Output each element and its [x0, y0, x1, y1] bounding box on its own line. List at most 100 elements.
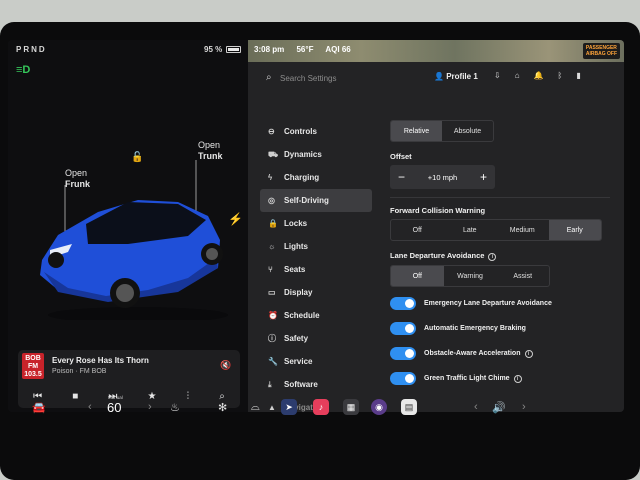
bluetooth-icon[interactable]: ᛒ: [558, 71, 563, 80]
nav-item-lights[interactable]: ☼ Lights: [260, 235, 372, 258]
green-light-chime-toggle[interactable]: [390, 372, 416, 385]
passenger-airbag-status: PASSENGER AIRBAG OFF: [582, 43, 620, 59]
fcw-label: Forward Collision Warning: [390, 206, 486, 215]
nav-item-schedule[interactable]: ⏰ Schedule: [260, 304, 372, 327]
touchscreen: PRND 95 % ≡D Open Frunk Open Trunk 🔓 ⚡ B…: [8, 40, 624, 412]
nav-item-charging[interactable]: ϟ Charging: [260, 166, 372, 189]
nav-label: Charging: [284, 173, 320, 182]
volume-up-chevron-icon[interactable]: ›: [522, 398, 526, 416]
charge-port-icon[interactable]: ⚡: [228, 212, 243, 226]
app-launcher-icon[interactable]: ▦: [343, 398, 359, 416]
mode-relative-option[interactable]: Relative: [391, 121, 442, 141]
aeb-toggle[interactable]: [390, 322, 416, 335]
station-logo: BOB FM 103.5: [22, 353, 44, 379]
toggle-label: Automatic Emergency Braking: [424, 325, 526, 332]
battery-percent: 95 %: [204, 45, 223, 54]
home-icon[interactable]: ⌂: [515, 71, 520, 80]
bottom-dock: 🚘 ‹ Manual 60 › ♨ ✻ ⌓ ➤ ♪ ▦ ◉ ▤ ‹ 🔊 ›: [8, 394, 624, 422]
nav-item-safety[interactable]: ⓘ Safety: [260, 327, 372, 350]
rear-defrost-icon[interactable]: ♨: [170, 398, 180, 416]
nav-label: Schedule: [284, 311, 320, 320]
camera-app-icon[interactable]: ◉: [371, 398, 387, 416]
fcw-selector: Off Late Medium Early: [390, 219, 602, 241]
offset-label: Offset: [390, 152, 412, 161]
settings-panel: 3:08 pm 56°F AQI 66 PASSENGER AIRBAG OFF…: [248, 40, 624, 412]
offset-stepper: − +10 mph +: [390, 165, 495, 189]
fcw-late-option[interactable]: Late: [444, 220, 497, 240]
steering-wheel-icon: ◎: [268, 196, 275, 205]
battery-icon: [226, 46, 241, 53]
toggle-row-emergency-lda: Emergency Lane Departure Avoidance: [390, 291, 610, 316]
fcw-off-option[interactable]: Off: [391, 220, 444, 240]
nav-item-software[interactable]: ⤓ Software: [260, 373, 372, 396]
profile-name: Profile 1: [446, 72, 478, 81]
lda-assist-option[interactable]: Assist: [496, 266, 549, 286]
air-quality: AQI 66: [325, 45, 351, 54]
person-icon: 👤: [434, 72, 444, 81]
fcw-early-option[interactable]: Early: [548, 220, 601, 240]
mute-icon[interactable]: 🔇: [220, 360, 231, 371]
fan-icon[interactable]: ✻: [218, 398, 227, 416]
increase-offset-button[interactable]: +: [480, 170, 487, 184]
toggle-label: Green Traffic Light Chime: [424, 375, 510, 382]
nav-item-controls[interactable]: ⊖ Controls: [260, 120, 372, 143]
toggle-label: Obstacle-Aware Acceleration: [424, 350, 521, 357]
lda-off-option[interactable]: Off: [391, 266, 444, 286]
lda-label: Lane Departure Avoidance: [390, 251, 485, 260]
vehicle-model-image: [40, 160, 228, 320]
display-bezel: PRND 95 % ≡D Open Frunk Open Trunk 🔓 ⚡ B…: [0, 22, 640, 480]
nav-label: Lights: [284, 242, 308, 251]
decrease-offset-button[interactable]: −: [398, 170, 405, 184]
emergency-lda-toggle[interactable]: [390, 297, 416, 310]
nav-item-locks[interactable]: 🔒 Locks: [260, 212, 372, 235]
nav-label: Software: [284, 380, 318, 389]
search-input[interactable]: [280, 70, 420, 86]
bell-icon[interactable]: 🔔: [534, 71, 544, 80]
front-defrost-icon[interactable]: ⌓: [251, 398, 260, 416]
navigation-app-icon[interactable]: ➤: [281, 398, 297, 416]
settings-header: ⌕ 👤 Profile 1 ⇩ ⌂ 🔔 ᛒ ▮: [248, 62, 624, 94]
settings-nav: ⊖ Controls ⛟ Dynamics ϟ Charging ◎ Self-Driv…: [260, 120, 372, 412]
map-status-strip: 3:08 pm 56°F AQI 66 PASSENGER AIRBAG OFF: [248, 40, 624, 62]
obstacle-aware-toggle[interactable]: [390, 347, 416, 360]
wrench-icon: 🔧: [268, 357, 278, 366]
nav-label: Dynamics: [284, 150, 322, 159]
chevron-left-icon[interactable]: ‹: [88, 398, 92, 416]
offset-value: +10 mph: [427, 172, 458, 182]
seat-icon: ⑂: [268, 265, 273, 274]
nav-label: Display: [284, 288, 313, 297]
header-icons: ⇩ ⌂ 🔔 ᛒ ▮: [494, 71, 581, 80]
station-logo-line-3: 103.5: [24, 371, 42, 378]
nav-item-seats[interactable]: ⑂ Seats: [260, 258, 372, 281]
divider: [390, 197, 610, 198]
info-icon[interactable]: i: [513, 374, 522, 383]
nav-item-dynamics[interactable]: ⛟ Dynamics: [260, 143, 372, 166]
download-icon[interactable]: ⇩: [494, 71, 501, 80]
station-logo-line-1: BOB: [25, 355, 41, 362]
profile-button[interactable]: 👤 Profile 1: [434, 72, 478, 81]
status-bar: 3:08 pm 56°F AQI 66: [254, 45, 361, 54]
nav-item-display[interactable]: ▭ Display: [260, 281, 372, 304]
info-icon[interactable]: i: [524, 349, 533, 358]
bolt-icon: ϟ: [268, 173, 273, 182]
nav-item-self-driving[interactable]: ◎ Self-Driving: [260, 189, 372, 212]
volume-down-chevron-icon[interactable]: ‹: [474, 398, 478, 416]
mode-absolute-option[interactable]: Absolute: [442, 121, 493, 141]
car-icon[interactable]: 🚘: [32, 398, 46, 416]
toggle-row-green-light-chime: Green Traffic Light Chime i: [390, 366, 610, 391]
self-driving-settings: Relative Absolute Offset − +10 mph + For…: [390, 120, 610, 391]
calendar-app-icon[interactable]: ▤: [401, 398, 417, 416]
nav-item-service[interactable]: 🔧 Service: [260, 350, 372, 373]
download-arrow-icon: ⤓: [268, 379, 272, 389]
fcw-medium-option[interactable]: Medium: [496, 220, 549, 240]
lda-warning-option[interactable]: Warning: [444, 266, 497, 286]
info-icon[interactable]: i: [488, 253, 497, 261]
airbag-status-line-2: AIRBAG OFF: [585, 51, 617, 57]
clock-time: 3:08 pm: [254, 45, 285, 54]
volume-icon[interactable]: 🔊: [492, 398, 506, 416]
speed-limit-mode-selector: Relative Absolute: [390, 120, 494, 142]
vehicle-panel: PRND 95 % ≡D Open Frunk Open Trunk 🔓 ⚡ B…: [8, 40, 248, 412]
gear-indicator: PRND: [16, 45, 47, 54]
chevron-right-icon[interactable]: ›: [148, 398, 152, 416]
music-app-icon[interactable]: ♪: [313, 398, 329, 416]
